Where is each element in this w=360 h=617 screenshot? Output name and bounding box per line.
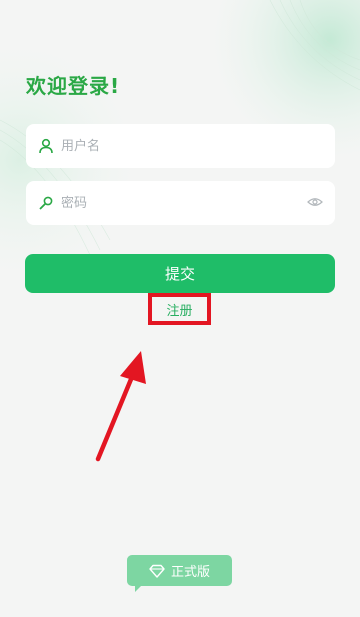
username-input[interactable]	[61, 126, 281, 166]
version-label: 正式版	[170, 565, 210, 580]
key-icon	[37, 194, 55, 212]
username-field[interactable]	[26, 124, 335, 168]
version-badge: 正式版	[127, 555, 232, 592]
badge-tail	[135, 586, 141, 592]
submit-button[interactable]: 提交	[25, 254, 335, 293]
password-input[interactable]	[61, 183, 281, 223]
diamond-icon	[149, 563, 165, 579]
page-title: 欢迎登录!	[26, 74, 121, 98]
register-link[interactable]: 注册	[148, 293, 211, 325]
eye-icon[interactable]	[307, 194, 325, 212]
user-icon	[37, 137, 55, 155]
password-field[interactable]	[26, 181, 335, 225]
